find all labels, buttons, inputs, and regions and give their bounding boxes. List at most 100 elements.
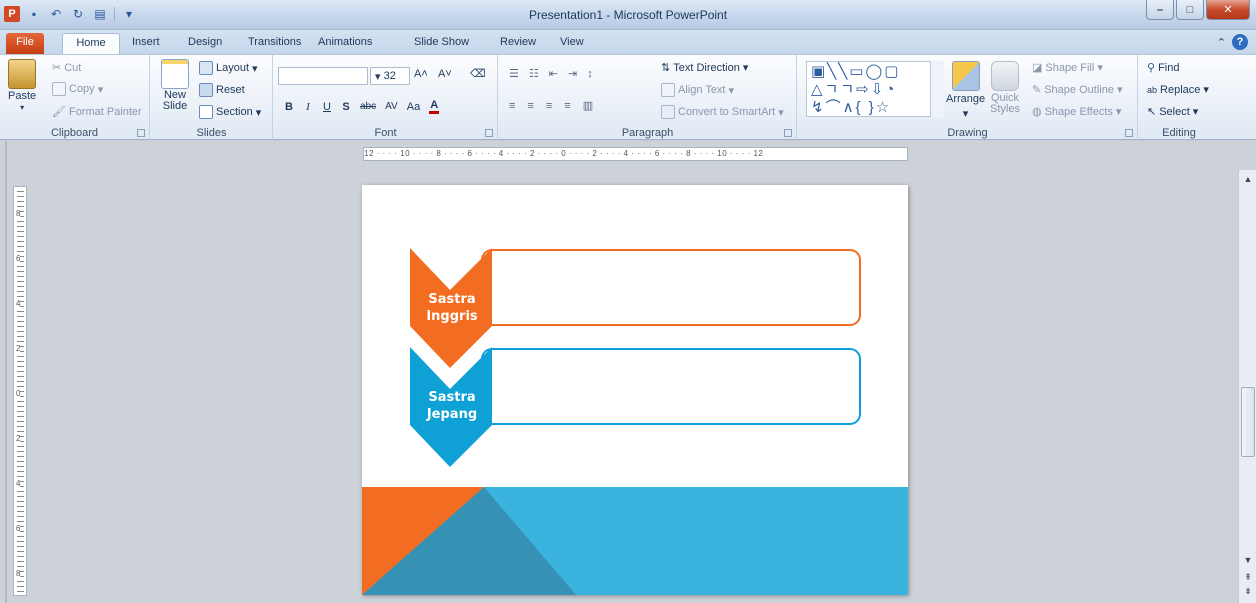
ruler-tick: [17, 246, 24, 247]
ruler-tick: [17, 296, 24, 297]
tab-animations[interactable]: Animations: [310, 33, 380, 54]
tab-transitions[interactable]: Transitions: [240, 33, 309, 54]
tab-slide-show[interactable]: Slide Show: [406, 33, 477, 54]
maximize-button[interactable]: □: [1176, 0, 1204, 20]
new-slide-label: New Slide: [162, 89, 188, 112]
shrink-font-button[interactable]: A˅: [438, 68, 452, 80]
shapes-gallery[interactable]: ▣╲╲▭◯▢ △ㄱㄱ⇨⇩◔ ↯⌒∧{ }☆: [806, 61, 944, 117]
close-button[interactable]: ✕: [1206, 0, 1250, 20]
tab-right-controls: ⌃ ?: [1217, 34, 1248, 50]
align-right-icon[interactable]: ≡: [546, 100, 552, 112]
arrange-label: Arrange: [946, 93, 986, 105]
find-button[interactable]: ⚲ Find: [1147, 61, 1179, 75]
line-spacing-icon[interactable]: ↕: [587, 68, 593, 80]
strikethrough-button[interactable]: abc: [360, 101, 376, 112]
grow-font-button[interactable]: A˄: [414, 68, 428, 80]
ruler-tick: [17, 496, 24, 497]
shadow-button[interactable]: S: [341, 101, 351, 113]
reset-button[interactable]: Reset: [199, 83, 245, 97]
font-color-button[interactable]: A: [429, 99, 440, 114]
new-slide-button[interactable]: New Slide: [157, 59, 193, 112]
layout-button[interactable]: Layout ▾: [199, 61, 258, 75]
minimize-button[interactable]: –: [1146, 0, 1174, 20]
drawing-group-label: Drawing: [947, 127, 988, 139]
tab-review[interactable]: Review: [492, 33, 544, 54]
scroll-up-icon[interactable]: ▲: [1239, 174, 1256, 184]
cut-button[interactable]: ✂ Cut: [52, 61, 81, 75]
increase-indent-icon[interactable]: ⇥: [568, 67, 577, 80]
clipboard-group: Paste ▾ ✂ Cut Copy ▾ 🖌 Format Painter Cl…: [0, 55, 150, 141]
next-slide-icon[interactable]: ⇟: [1239, 586, 1256, 597]
section-button[interactable]: Section ▾: [199, 105, 261, 119]
ruler-tick: [17, 231, 24, 232]
paragraph-launcher-icon[interactable]: [784, 129, 792, 137]
decrease-indent-icon[interactable]: ⇤: [549, 67, 558, 80]
quick-styles-button[interactable]: Quick Styles: [988, 61, 1022, 115]
bullets-icon[interactable]: ☰: [509, 67, 519, 80]
paste-button[interactable]: Paste ▾: [8, 59, 36, 112]
shape-outline-button[interactable]: ✎ Shape Outline ▾: [1032, 83, 1123, 97]
jepang-textbox[interactable]: [481, 348, 861, 425]
bold-button[interactable]: B: [284, 101, 294, 113]
inggris-textbox[interactable]: [481, 249, 861, 326]
vertical-scrollbar[interactable]: ▲ ▼ ⇞ ⇟: [1238, 170, 1256, 603]
shape-outline-dropdown-icon: ▾: [1116, 84, 1123, 96]
clipboard-launcher-icon[interactable]: [137, 129, 145, 137]
ruler-tick: [17, 551, 24, 552]
shape-fill-button[interactable]: ◪ Shape Fill ▾: [1032, 61, 1103, 75]
shapes-gallery-icons: ▣╲╲▭◯▢ △ㄱㄱ⇨⇩◔ ↯⌒∧{ }☆: [811, 63, 901, 116]
copy-button[interactable]: Copy ▾: [52, 82, 103, 96]
shape-effects-dropdown-icon: ▾: [1115, 106, 1122, 118]
text-direction-button[interactable]: ⇅ Text Direction ▾: [661, 61, 748, 75]
editing-group: ⚲ Find ab Replace ▾ ↖ Select ▾ Editing: [1139, 55, 1219, 141]
shapes-gallery-scroll[interactable]: [930, 61, 944, 117]
font-family-combo[interactable]: [278, 67, 368, 85]
arrange-button[interactable]: Arrange ▾: [946, 61, 985, 120]
justify-icon[interactable]: ≡: [564, 100, 570, 112]
ruler-tick: [17, 416, 24, 417]
replace-button[interactable]: ab Replace ▾: [1147, 83, 1209, 97]
underline-button[interactable]: U: [322, 101, 332, 113]
ruler-tick: [17, 341, 24, 342]
character-spacing-button[interactable]: AV: [385, 101, 398, 112]
change-case-button[interactable]: Aa: [407, 101, 420, 113]
ruler-tick: [17, 536, 24, 537]
slide-canvas[interactable]: Sastra Inggris Sastra Jepang: [362, 185, 908, 595]
font-size-combo[interactable]: ▾ 32: [370, 67, 410, 85]
ruler-tick: [17, 466, 24, 467]
align-left-icon[interactable]: ≡: [509, 100, 515, 112]
tab-insert[interactable]: Insert: [124, 33, 168, 54]
format-painter-button[interactable]: 🖌 Format Painter: [52, 105, 142, 119]
text-direction-label: Text Direction: [673, 61, 740, 74]
left-pane-edge[interactable]: [5, 141, 7, 603]
tab-design[interactable]: Design: [180, 33, 230, 54]
minimize-ribbon-icon[interactable]: ⌃: [1217, 36, 1226, 49]
text-direction-icon: ⇅: [661, 62, 671, 74]
align-center-icon[interactable]: ≡: [527, 100, 533, 112]
scroll-thumb[interactable]: [1241, 387, 1255, 457]
inggris-label-line2: Inggris: [426, 309, 478, 324]
jepang-label[interactable]: Sastra Jepang: [412, 389, 492, 423]
ruler-tick: [17, 366, 24, 367]
drawing-launcher-icon[interactable]: [1125, 129, 1133, 137]
select-button[interactable]: ↖ Select ▾: [1147, 105, 1198, 119]
columns-icon[interactable]: ▥: [583, 99, 593, 112]
italic-button[interactable]: I: [303, 101, 313, 113]
previous-slide-icon[interactable]: ⇞: [1239, 572, 1256, 583]
ruler-tick: [17, 236, 24, 237]
numbering-icon[interactable]: ☷: [529, 67, 539, 80]
convert-smartart-button[interactable]: Convert to SmartArt ▾: [661, 105, 784, 119]
tab-view[interactable]: View: [552, 33, 592, 54]
shape-effects-button[interactable]: ◍ Shape Effects ▾: [1032, 105, 1122, 119]
tab-file[interactable]: File: [6, 33, 44, 54]
align-text-dropdown-icon: ▾: [728, 84, 735, 97]
ruler-tick: [17, 326, 24, 327]
font-launcher-icon[interactable]: [485, 129, 493, 137]
scroll-down-icon[interactable]: ▼: [1239, 555, 1256, 565]
help-icon[interactable]: ?: [1232, 34, 1248, 50]
clear-formatting-button[interactable]: ⌫: [470, 67, 486, 80]
tab-home[interactable]: Home: [62, 33, 120, 54]
align-text-button[interactable]: Align Text ▾: [661, 83, 734, 97]
inggris-label[interactable]: Sastra Inggris: [412, 291, 492, 325]
ruler-tick: [17, 476, 24, 477]
